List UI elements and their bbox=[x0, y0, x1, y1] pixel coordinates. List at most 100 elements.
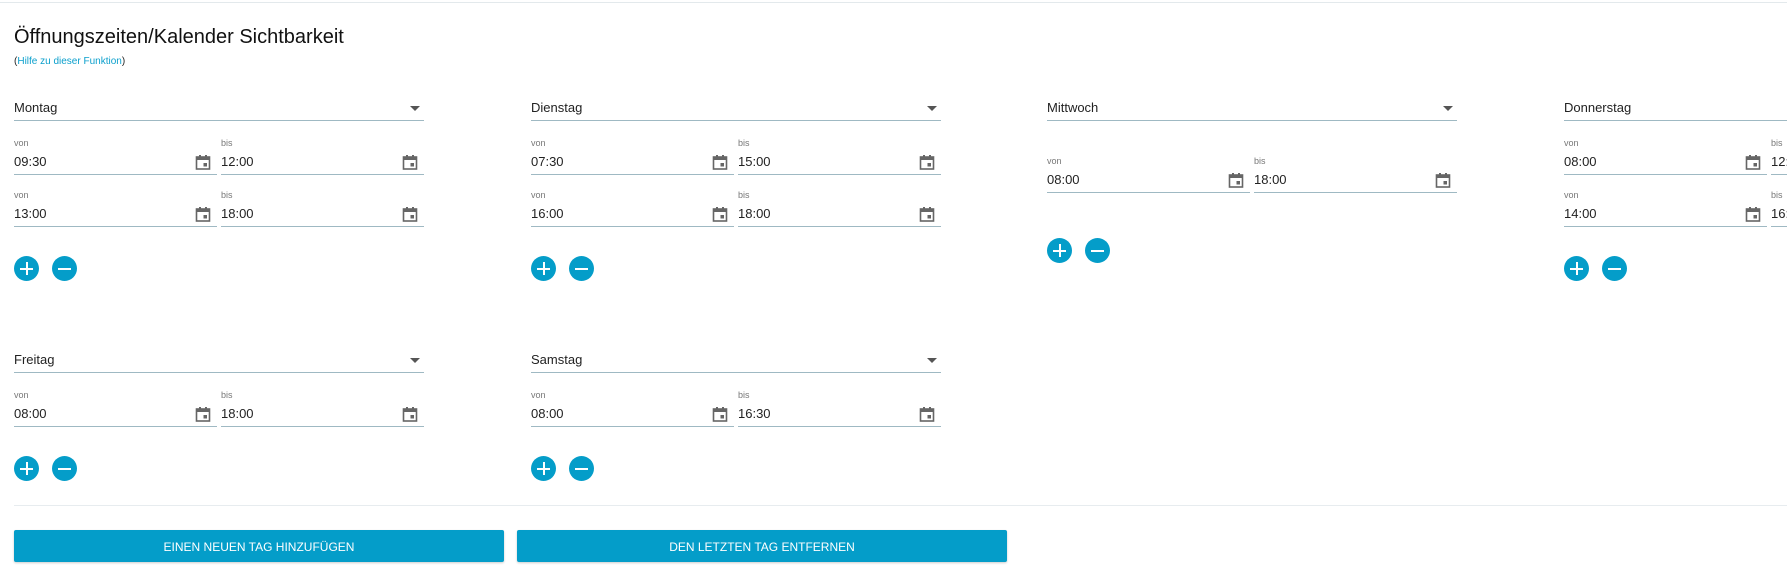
time-slot-row: von 16:00 bis 18:00 bbox=[531, 190, 941, 227]
from-label: von bbox=[14, 190, 29, 200]
calendar-icon[interactable] bbox=[1745, 154, 1761, 170]
to-time-field[interactable]: bis 16:30 bbox=[738, 390, 941, 427]
remove-slot-button[interactable] bbox=[569, 456, 594, 481]
to-time-field[interactable]: bis 15:00 bbox=[738, 138, 941, 175]
calendar-icon[interactable] bbox=[402, 154, 418, 170]
from-label: von bbox=[14, 390, 29, 400]
calendar-icon[interactable] bbox=[1228, 172, 1244, 188]
calendar-icon[interactable] bbox=[195, 206, 211, 222]
plus-icon-stroke bbox=[25, 262, 28, 275]
to-time-value: 12:00 bbox=[1771, 154, 1787, 169]
from-time-value: 13:00 bbox=[14, 206, 47, 221]
from-time-field[interactable]: von 08:00 bbox=[14, 390, 217, 427]
time-slot-row: von 07:30 bis 15:00 bbox=[531, 138, 941, 175]
to-time-value: 18:00 bbox=[221, 406, 254, 421]
from-time-field[interactable]: von 08:00 bbox=[531, 390, 734, 427]
day-card-freitag: Freitag von 08:00 bis 18:00 bbox=[14, 350, 424, 481]
page-title: Öffnungszeiten/Kalender Sichtbarkeit bbox=[14, 26, 344, 48]
from-time-field[interactable]: von 08:00 bbox=[1564, 138, 1767, 175]
from-time-field[interactable]: von 08:00 bbox=[1047, 156, 1250, 193]
to-label: bis bbox=[1254, 156, 1266, 166]
add-day-button[interactable]: EINEN NEUEN TAG HINZUFÜGEN bbox=[14, 530, 504, 562]
calendar-icon[interactable] bbox=[712, 154, 728, 170]
from-label: von bbox=[1564, 190, 1579, 200]
calendar-icon[interactable] bbox=[402, 206, 418, 222]
remove-slot-button[interactable] bbox=[52, 256, 77, 281]
from-time-field[interactable]: von 13:00 bbox=[14, 190, 217, 227]
to-time-field[interactable]: bis 16:00 bbox=[1771, 190, 1787, 227]
day-card-dienstag: Dienstag von 07:30 bis 15:00 von 16:00 b… bbox=[531, 98, 941, 281]
calendar-icon[interactable] bbox=[919, 154, 935, 170]
to-time-value: 12:00 bbox=[221, 154, 254, 169]
remove-slot-button[interactable] bbox=[569, 256, 594, 281]
add-slot-button[interactable] bbox=[531, 256, 556, 281]
remove-last-day-button[interactable]: DEN LETZTEN TAG ENTFERNEN bbox=[517, 530, 1007, 562]
to-label: bis bbox=[1771, 190, 1783, 200]
from-time-field[interactable]: von 07:30 bbox=[531, 138, 734, 175]
from-time-value: 08:00 bbox=[1047, 172, 1080, 187]
calendar-icon[interactable] bbox=[195, 406, 211, 422]
to-time-value: 18:00 bbox=[221, 206, 254, 221]
from-label: von bbox=[1564, 138, 1579, 148]
minus-icon bbox=[58, 267, 71, 270]
time-slot-row: von 13:00 bis 18:00 bbox=[14, 190, 424, 227]
add-slot-button[interactable] bbox=[1047, 238, 1072, 263]
remove-slot-button[interactable] bbox=[1085, 238, 1110, 263]
from-time-value: 07:30 bbox=[531, 154, 564, 169]
add-slot-button[interactable] bbox=[1564, 256, 1589, 281]
day-select[interactable]: Samstag bbox=[531, 350, 941, 373]
help-link[interactable]: Hilfe zu dieser Funktion bbox=[17, 56, 122, 67]
day-select-value: Dienstag bbox=[531, 100, 583, 115]
slot-buttons bbox=[1564, 256, 1644, 282]
from-time-value: 08:00 bbox=[14, 406, 47, 421]
to-label: bis bbox=[221, 138, 233, 148]
day-select[interactable]: Mittwoch bbox=[1047, 98, 1457, 121]
day-select[interactable]: Montag bbox=[14, 98, 424, 121]
to-time-field[interactable]: bis 18:00 bbox=[221, 190, 424, 227]
from-time-value: 08:00 bbox=[1564, 154, 1597, 169]
calendar-icon[interactable] bbox=[402, 406, 418, 422]
remove-slot-button[interactable] bbox=[52, 456, 77, 481]
section-divider bbox=[14, 505, 1787, 506]
to-time-value: 18:00 bbox=[1254, 172, 1287, 187]
calendar-icon[interactable] bbox=[712, 406, 728, 422]
to-time-value: 16:30 bbox=[738, 406, 771, 421]
day-select[interactable]: Freitag bbox=[14, 350, 424, 373]
to-time-field[interactable]: bis 12:00 bbox=[1771, 138, 1787, 175]
from-time-field[interactable]: von 16:00 bbox=[531, 190, 734, 227]
day-select-value: Donnerstag bbox=[1564, 100, 1632, 115]
to-time-field[interactable]: bis 18:00 bbox=[738, 190, 941, 227]
plus-icon-stroke bbox=[25, 462, 28, 475]
from-label: von bbox=[531, 190, 546, 200]
to-label: bis bbox=[738, 138, 750, 148]
calendar-icon[interactable] bbox=[1745, 206, 1761, 222]
day-select[interactable]: Donnerstag bbox=[1564, 98, 1787, 121]
calendar-icon[interactable] bbox=[919, 206, 935, 222]
add-slot-button[interactable] bbox=[14, 456, 39, 481]
to-time-field[interactable]: bis 12:00 bbox=[221, 138, 424, 175]
add-slot-button[interactable] bbox=[531, 456, 556, 481]
plus-icon-stroke bbox=[542, 462, 545, 475]
time-slot-row: von 08:00 bis 16:30 bbox=[531, 390, 941, 427]
help-paren-close: ) bbox=[121, 56, 126, 67]
minus-icon bbox=[575, 467, 588, 470]
from-label: von bbox=[1047, 156, 1062, 166]
from-time-field[interactable]: von 09:30 bbox=[14, 138, 217, 175]
to-time-field[interactable]: bis 18:00 bbox=[221, 390, 424, 427]
calendar-icon[interactable] bbox=[712, 206, 728, 222]
calendar-icon[interactable] bbox=[195, 154, 211, 170]
slot-buttons bbox=[531, 456, 611, 482]
day-select-value: Freitag bbox=[14, 352, 55, 367]
calendar-icon[interactable] bbox=[1435, 172, 1451, 188]
calendar-icon[interactable] bbox=[919, 406, 935, 422]
time-slot-row: von 08:00 bis 18:00 bbox=[1047, 156, 1457, 193]
from-time-field[interactable]: von 14:00 bbox=[1564, 190, 1767, 227]
add-slot-button[interactable] bbox=[14, 256, 39, 281]
to-time-value: 15:00 bbox=[738, 154, 771, 169]
day-select[interactable]: Dienstag bbox=[531, 98, 941, 121]
remove-slot-button[interactable] bbox=[1602, 256, 1627, 281]
slot-buttons bbox=[1047, 238, 1127, 264]
from-label: von bbox=[531, 390, 546, 400]
to-label: bis bbox=[221, 390, 233, 400]
to-time-field[interactable]: bis 18:00 bbox=[1254, 156, 1457, 193]
